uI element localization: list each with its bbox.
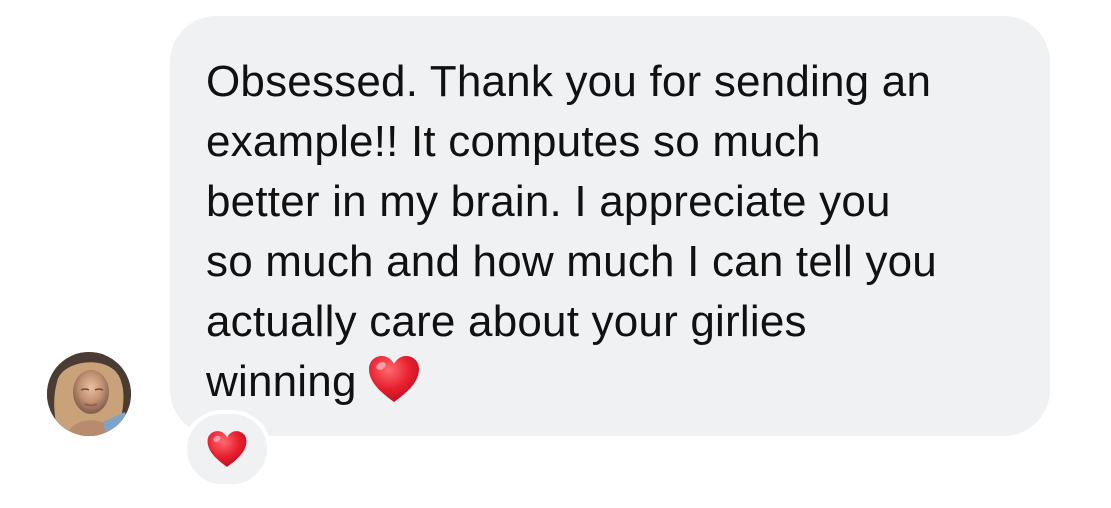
message-line: so much and how much I can tell you — [206, 237, 937, 286]
red-heart-icon — [207, 431, 247, 467]
message-bubble[interactable]: Obsessed. Thank you for sending an examp… — [170, 16, 1050, 436]
heart-reaction-badge[interactable] — [183, 410, 271, 488]
message-text: Obsessed. Thank you for sending an examp… — [206, 52, 1010, 412]
message-line: better in my brain. I appreciate you — [206, 177, 891, 226]
sender-avatar[interactable] — [47, 352, 131, 436]
message-line: Obsessed. Thank you for sending an — [206, 57, 932, 106]
avatar-photo-icon — [47, 352, 131, 436]
red-heart-icon — [367, 354, 421, 404]
message-line: actually care about your girlies — [206, 297, 807, 346]
message-line: example!! It computes so much — [206, 117, 821, 166]
chat-message-row: Obsessed. Thank you for sending an examp… — [0, 0, 1111, 508]
message-line: winning — [206, 357, 357, 406]
